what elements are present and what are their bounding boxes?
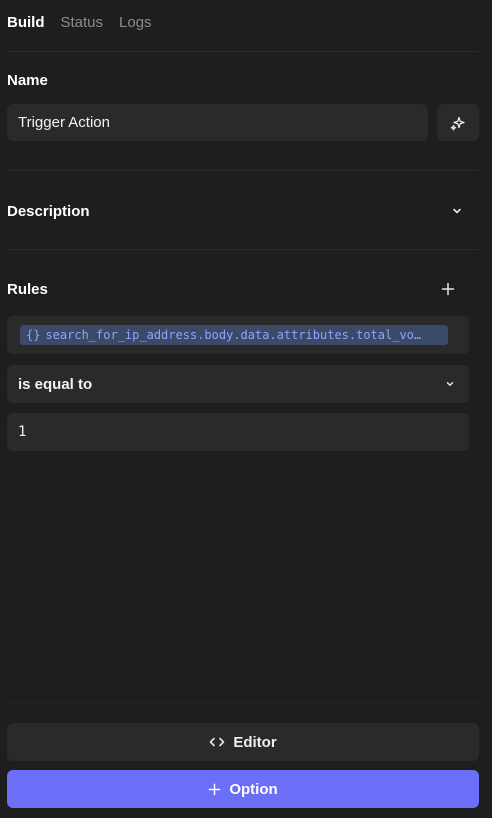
plus-icon [208, 783, 221, 796]
description-toggle[interactable] [448, 202, 466, 220]
option-label: Option [229, 780, 278, 798]
divider [7, 249, 479, 250]
rule-value: 1 [18, 424, 27, 440]
braces-icon: {} [26, 328, 41, 342]
build-panel: Build Status Logs Name Trigger Action De… [0, 0, 492, 818]
sparkles-icon [450, 115, 466, 131]
plus-icon [441, 282, 455, 296]
rule-variable-field[interactable]: {} search_for_ip_address.body.data.attri… [7, 316, 469, 354]
description-label: Description [7, 203, 90, 220]
generate-name-button[interactable] [437, 104, 479, 141]
tab-bar: Build Status Logs [7, 13, 152, 33]
rule-value-input[interactable]: 1 [7, 413, 469, 451]
editor-button[interactable]: Editor [7, 723, 479, 761]
name-label: Name [7, 72, 48, 89]
divider [7, 702, 479, 703]
name-input[interactable]: Trigger Action [7, 104, 428, 141]
code-icon [209, 736, 225, 748]
variable-token[interactable]: {} search_for_ip_address.body.data.attri… [20, 325, 448, 345]
add-option-button[interactable]: Option [7, 770, 479, 808]
operator-select[interactable]: is equal to [7, 365, 469, 403]
tab-logs[interactable]: Logs [119, 13, 152, 33]
editor-label: Editor [233, 733, 277, 751]
tab-status[interactable]: Status [61, 13, 104, 33]
chevron-down-icon [445, 379, 455, 389]
divider [7, 51, 479, 52]
variable-path: search_for_ip_address.body.data.attribut… [45, 328, 422, 342]
operator-value: is equal to [18, 375, 93, 393]
name-value: Trigger Action [18, 114, 110, 131]
divider [7, 170, 479, 171]
tab-build[interactable]: Build [7, 13, 45, 33]
rules-label: Rules [7, 281, 48, 298]
add-rule-button[interactable] [439, 280, 457, 298]
chevron-down-icon [451, 205, 463, 217]
